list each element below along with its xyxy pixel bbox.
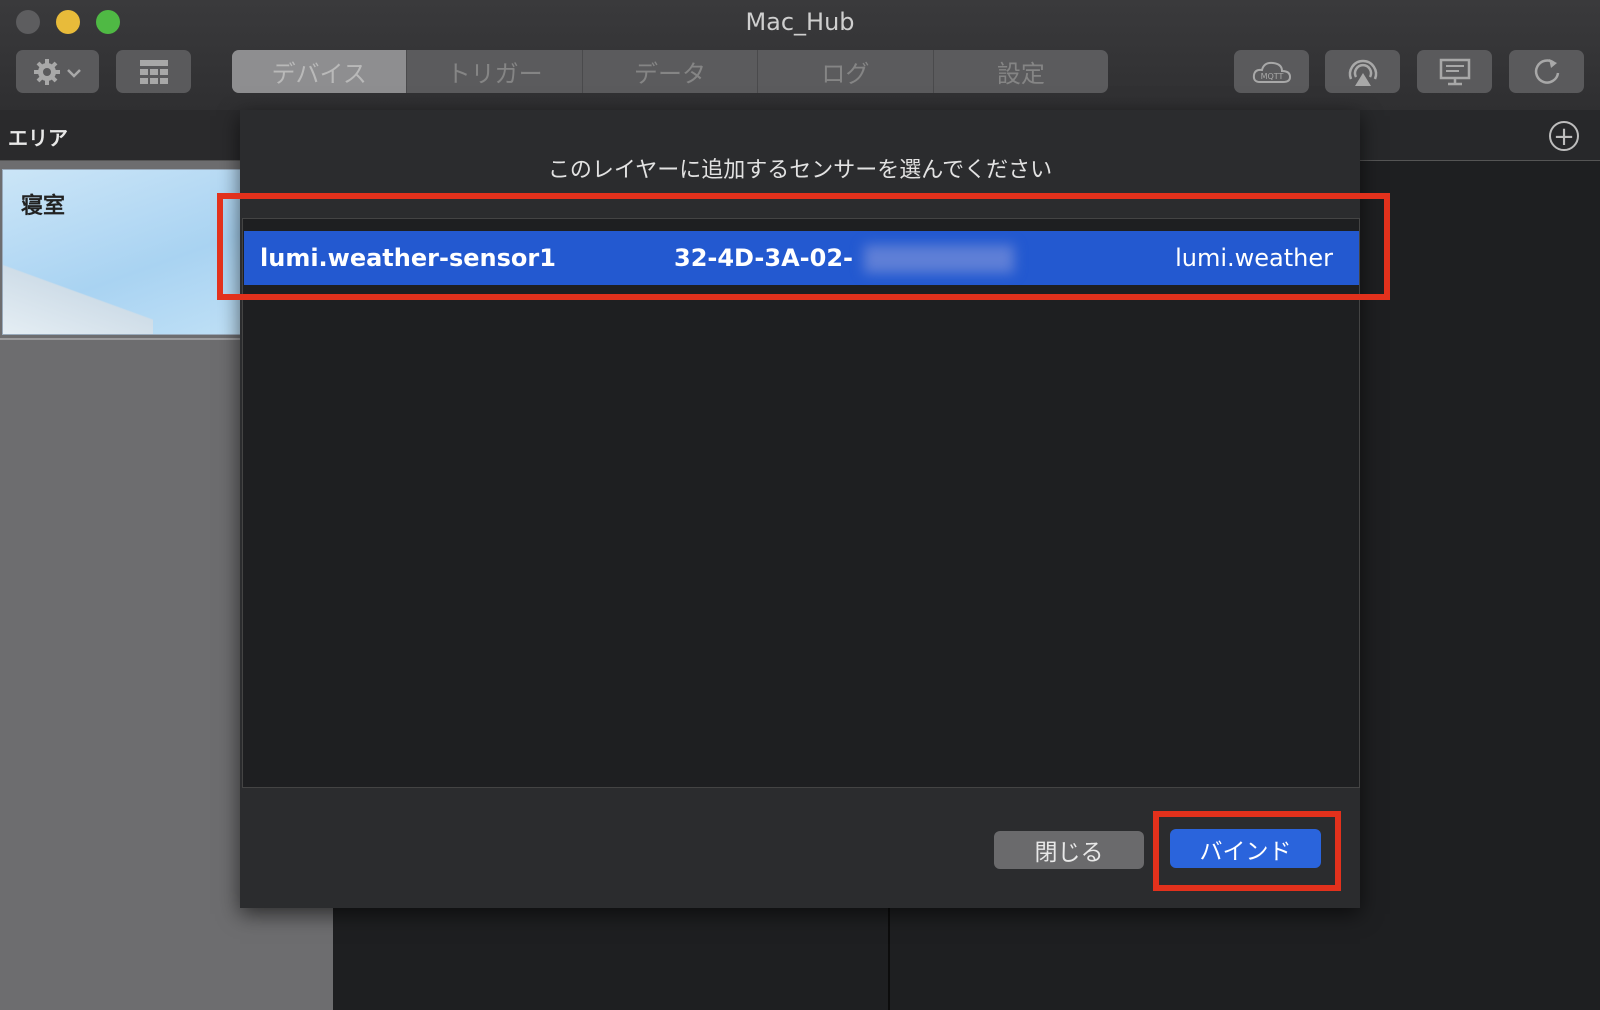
mqtt-icon: MQTT — [1252, 61, 1291, 83]
sensor-model: lumi.weather — [1175, 244, 1333, 272]
area-floor-image — [3, 252, 153, 334]
main-tab-bar: デバイス トリガー データ ログ 設定 — [232, 50, 1108, 93]
close-button[interactable]: 閉じる — [994, 831, 1144, 869]
refresh-icon — [1534, 58, 1559, 84]
display-button[interactable] — [1417, 50, 1492, 93]
area-card-label: 寝室 — [21, 194, 66, 219]
gear-icon — [33, 58, 81, 85]
sidebar-divider — [0, 338, 240, 340]
sensor-list[interactable]: lumi.weather-sensor1 32-4D-3A-02- lumi.w… — [242, 218, 1360, 788]
window-title: Mac_Hub — [745, 8, 855, 36]
tab-triggers[interactable]: トリガー — [407, 50, 583, 93]
redacted-id-blur — [864, 245, 1014, 273]
sensor-row[interactable]: lumi.weather-sensor1 32-4D-3A-02- lumi.w… — [244, 231, 1359, 285]
add-area-button[interactable]: + — [1549, 121, 1579, 151]
sensor-id: 32-4D-3A-02- — [674, 244, 853, 272]
svg-text:MQTT: MQTT — [1260, 72, 1283, 81]
settings-menu-button[interactable] — [16, 50, 99, 93]
area-header: エリア — [0, 110, 240, 161]
grid-layout-icon — [139, 59, 168, 84]
tab-settings[interactable]: 設定 — [934, 50, 1108, 93]
airplay-icon — [1348, 59, 1377, 86]
tab-devices[interactable]: デバイス — [232, 50, 408, 93]
display-icon — [1439, 58, 1470, 85]
area-header-label: エリア — [8, 126, 68, 150]
area-card-bedroom[interactable]: 寝室 — [2, 169, 242, 335]
dialog-prompt: このレイヤーに追加するセンサーを選んでください — [547, 158, 1053, 183]
sensor-name: lumi.weather-sensor1 — [260, 244, 556, 272]
airplay-button[interactable] — [1325, 50, 1400, 93]
refresh-button[interactable] — [1509, 50, 1584, 93]
bind-button[interactable]: バインド — [1170, 829, 1321, 868]
mqtt-button[interactable]: MQTT — [1234, 50, 1309, 93]
tab-log[interactable]: ログ — [758, 50, 934, 93]
panel-divider — [888, 905, 890, 1010]
tab-data[interactable]: データ — [583, 50, 759, 93]
layout-button[interactable] — [116, 50, 191, 93]
sensor-select-dialog: このレイヤーに追加するセンサーを選んでください lumi.weather-sen… — [240, 110, 1360, 908]
title-bar: Mac_Hub デバイス トリガー データ ログ 設定 MQTT — [0, 0, 1600, 111]
